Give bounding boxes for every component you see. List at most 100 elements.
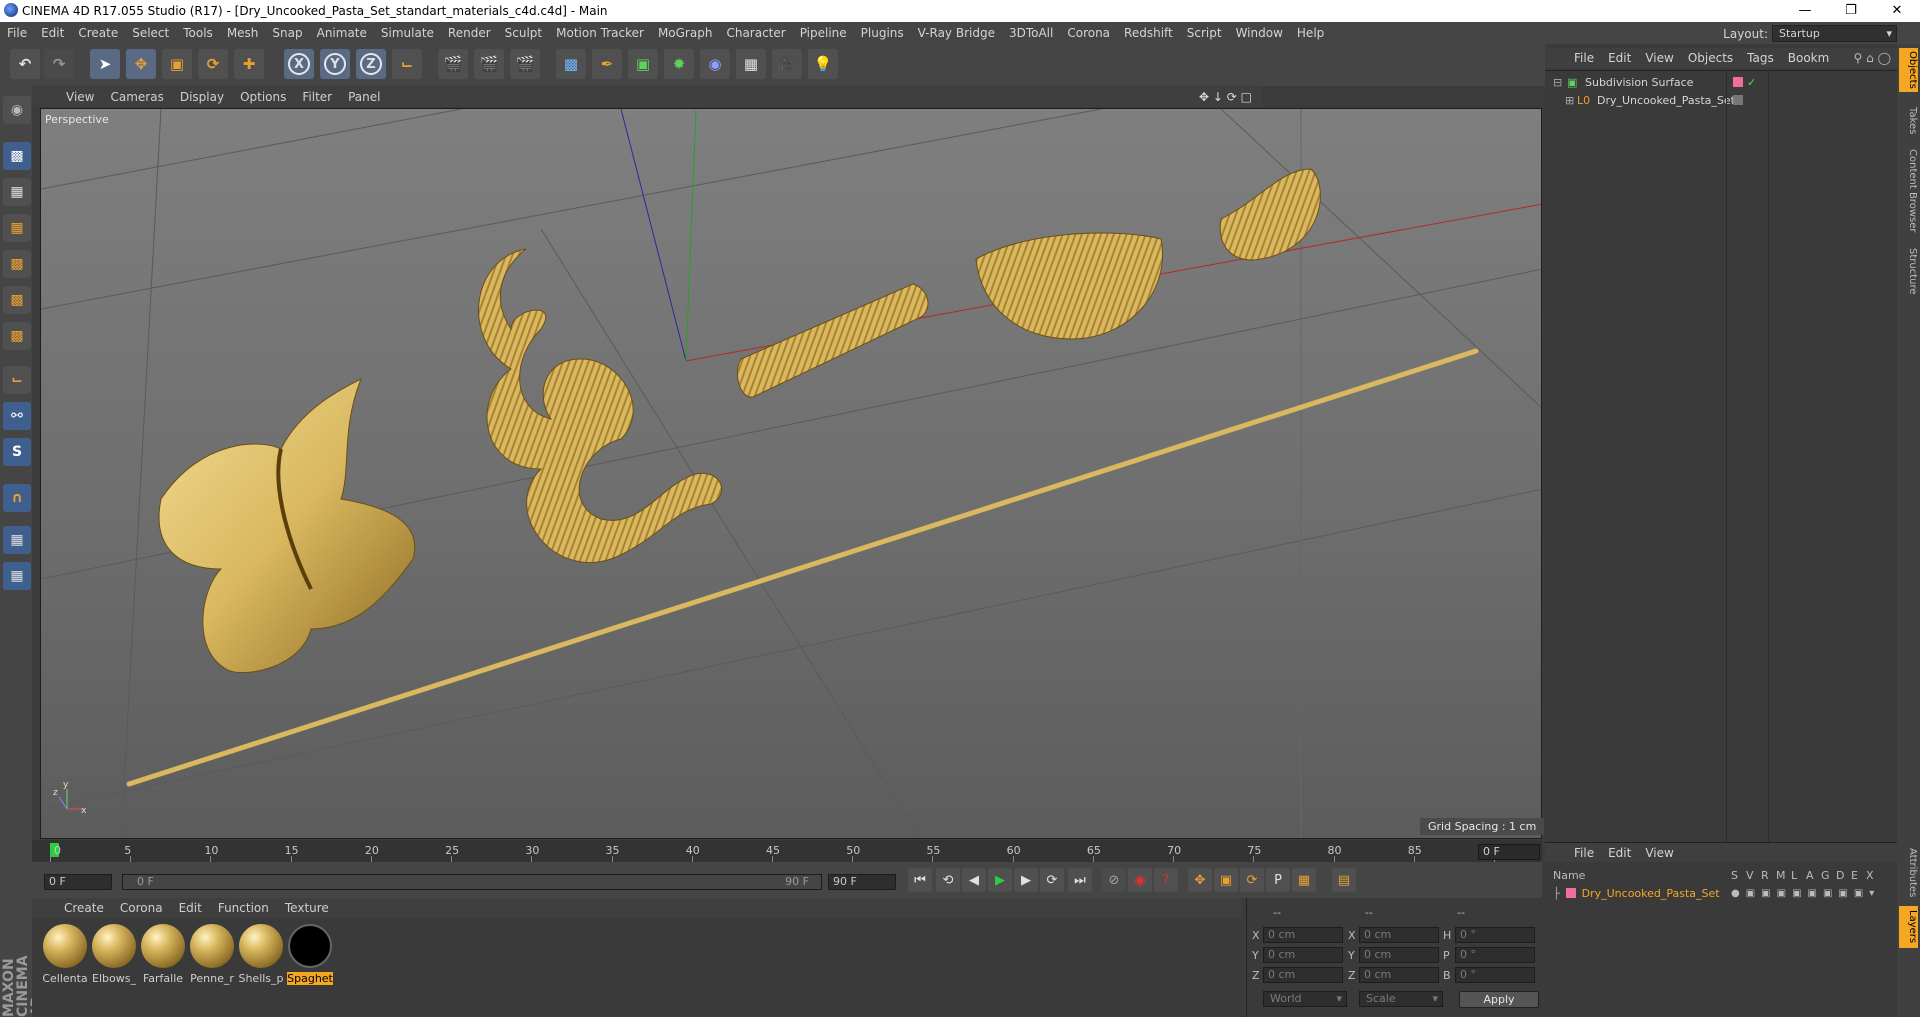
edit-render-settings-button[interactable]: 🎬 bbox=[510, 49, 540, 79]
points-mode-button[interactable]: ▩ bbox=[3, 250, 31, 278]
add-camera-button[interactable]: 🎥 bbox=[772, 49, 802, 79]
play-button[interactable]: ▶ bbox=[988, 868, 1012, 892]
x-axis-lock-button[interactable]: X bbox=[284, 49, 314, 79]
object-row-subdivision-surface[interactable]: ⊟ ▣ Subdivision Surface ✓ bbox=[1545, 73, 1897, 91]
layer-toggle-icons[interactable]: ●▣▣▣▣▣▣▣▣▾ bbox=[1731, 888, 1880, 899]
live-selection-button[interactable]: ➤ bbox=[90, 49, 120, 79]
layers-menu-edit[interactable]: Edit bbox=[1601, 846, 1638, 860]
enabled-check-icon[interactable]: ✓ bbox=[1747, 76, 1756, 89]
material-farfalle[interactable]: Farfalle bbox=[140, 924, 186, 985]
menu-pipeline[interactable]: Pipeline bbox=[793, 26, 854, 40]
polygons-mode-button[interactable]: ▩ bbox=[3, 322, 31, 350]
shells-model[interactable] bbox=[975, 232, 1163, 340]
viewport-menu-panel[interactable]: Panel bbox=[340, 90, 388, 104]
workplane-mode-button[interactable]: ▦ bbox=[3, 214, 31, 242]
key-scale-button[interactable]: ▣ bbox=[1214, 868, 1238, 892]
layer-tag-icon[interactable] bbox=[1733, 95, 1743, 105]
tab-layers[interactable]: Layers bbox=[1899, 906, 1918, 948]
viewport-menu-display[interactable]: Display bbox=[172, 90, 232, 104]
coordinate-space-select[interactable]: World ▾ bbox=[1263, 991, 1347, 1007]
expand-icon[interactable]: ⊞ bbox=[1565, 94, 1575, 107]
viewport-menu-options[interactable]: Options bbox=[232, 90, 294, 104]
workplane-lock-button[interactable]: ▦ bbox=[3, 526, 31, 554]
end-frame-field[interactable]: 90 F bbox=[828, 874, 896, 890]
collapse-icon[interactable]: ⊟ bbox=[1553, 76, 1563, 89]
material-menu-create[interactable]: Create bbox=[56, 901, 112, 915]
menu-help[interactable]: Help bbox=[1290, 26, 1331, 40]
record-keys-button[interactable]: ⊘ bbox=[1102, 868, 1126, 892]
objects-menu-view[interactable]: View bbox=[1638, 51, 1680, 65]
solo-mode-button[interactable]: S bbox=[3, 438, 31, 466]
prev-frame-button[interactable]: ◀ bbox=[962, 868, 986, 892]
menu-corona[interactable]: Corona bbox=[1060, 26, 1117, 40]
menu-sculpt[interactable]: Sculpt bbox=[498, 26, 549, 40]
material-menu-function[interactable]: Function bbox=[210, 901, 277, 915]
size-x-field[interactable]: 0 cm bbox=[1359, 927, 1439, 943]
viewport-menu-cameras[interactable]: Cameras bbox=[102, 90, 171, 104]
viewport-menu-filter[interactable]: Filter bbox=[294, 90, 340, 104]
redo-button[interactable]: ↷ bbox=[44, 49, 74, 79]
key-position-button[interactable]: ✥ bbox=[1188, 868, 1212, 892]
add-array-button[interactable]: ✹ bbox=[664, 49, 694, 79]
apply-button[interactable]: Apply bbox=[1459, 991, 1539, 1008]
menu-mesh[interactable]: Mesh bbox=[220, 26, 266, 40]
tweak-mode-button[interactable]: ⚯ bbox=[3, 402, 31, 430]
next-frame-button[interactable]: ▶ bbox=[1014, 868, 1038, 892]
make-editable-button[interactable]: ◉ bbox=[3, 96, 31, 124]
menu-mograph[interactable]: MoGraph bbox=[651, 26, 720, 40]
viewport-menu-view[interactable]: View bbox=[58, 90, 102, 104]
object-manager-search-home-icons[interactable]: ⚲ ⌂ ◯ bbox=[1854, 51, 1891, 65]
material-penne[interactable]: Penne_r bbox=[189, 924, 235, 985]
objects-menu-bookmarks[interactable]: Bookm bbox=[1781, 51, 1837, 65]
objects-menu-tags[interactable]: Tags bbox=[1740, 51, 1781, 65]
objects-menu-objects[interactable]: Objects bbox=[1681, 51, 1740, 65]
layer-row[interactable]: ├ Dry_Uncooked_Pasta_Set ●▣▣▣▣▣▣▣▣▾ bbox=[1545, 884, 1897, 902]
position-x-field[interactable]: 0 cm bbox=[1263, 927, 1343, 943]
menu-animate[interactable]: Animate bbox=[310, 26, 374, 40]
timeline-window-button[interactable]: ▤ bbox=[1332, 868, 1356, 892]
frame-range-slider[interactable]: 0 F 90 F bbox=[122, 874, 822, 890]
material-cellentani[interactable]: Cellenta bbox=[42, 924, 88, 985]
rotation-h-field[interactable]: 0 ° bbox=[1455, 927, 1535, 943]
material-menu-edit[interactable]: Edit bbox=[171, 901, 210, 915]
texture-mode-button[interactable]: ▦ bbox=[3, 178, 31, 206]
z-axis-lock-button[interactable]: Z bbox=[356, 49, 386, 79]
layout-select[interactable]: Startup ▾ bbox=[1772, 25, 1897, 42]
tab-attributes[interactable]: Attributes bbox=[1899, 844, 1918, 902]
add-subdivision-button[interactable]: ▣ bbox=[628, 49, 658, 79]
goto-end-button[interactable]: ⏭ bbox=[1068, 868, 1092, 892]
object-row-dry-uncooked-pasta-set[interactable]: ⊞ L0 Dry_Uncooked_Pasta_Set bbox=[1545, 91, 1897, 109]
autokey-button[interactable]: ◉ bbox=[1128, 868, 1152, 892]
start-frame-field[interactable]: 0 F bbox=[44, 874, 112, 890]
layer-color-swatch[interactable] bbox=[1733, 77, 1743, 87]
goto-start-button[interactable]: ⏮ bbox=[908, 868, 932, 892]
close-button[interactable]: ✕ bbox=[1874, 0, 1920, 22]
coordinate-system-button[interactable]: ⌙ bbox=[392, 49, 422, 79]
model-mode-button[interactable]: ▩ bbox=[3, 142, 31, 170]
viewport-navigation-icons[interactable]: ✥ ↓ ⟳ □ bbox=[1199, 90, 1252, 104]
add-floor-button[interactable]: ▦ bbox=[736, 49, 766, 79]
menu-character[interactable]: Character bbox=[719, 26, 792, 40]
layer-color-swatch[interactable] bbox=[1565, 888, 1576, 898]
keyframe-selection-button[interactable]: ? bbox=[1154, 868, 1178, 892]
key-pla-button[interactable]: ▦ bbox=[1292, 868, 1316, 892]
size-y-field[interactable]: 0 cm bbox=[1359, 947, 1439, 963]
rotation-p-field[interactable]: 0 ° bbox=[1455, 947, 1535, 963]
size-mode-select[interactable]: Scale ▾ bbox=[1359, 991, 1443, 1007]
undo-button[interactable]: ↶ bbox=[10, 49, 40, 79]
menu-motion-tracker[interactable]: Motion Tracker bbox=[549, 26, 651, 40]
position-z-field[interactable]: 0 cm bbox=[1263, 967, 1343, 983]
material-menu-texture[interactable]: Texture bbox=[277, 901, 337, 915]
y-axis-lock-button[interactable]: Y bbox=[320, 49, 350, 79]
add-deformer-button[interactable]: ◉ bbox=[700, 49, 730, 79]
menu-edit[interactable]: Edit bbox=[34, 26, 71, 40]
menu-file[interactable]: File bbox=[0, 26, 34, 40]
cellentani-model[interactable] bbox=[478, 248, 723, 563]
material-menu-corona[interactable]: Corona bbox=[112, 901, 171, 915]
menu-render[interactable]: Render bbox=[441, 26, 498, 40]
menu-simulate[interactable]: Simulate bbox=[374, 26, 441, 40]
position-y-field[interactable]: 0 cm bbox=[1263, 947, 1343, 963]
render-picture-viewer-button[interactable]: 🎬 bbox=[474, 49, 504, 79]
minimize-button[interactable]: — bbox=[1782, 0, 1828, 22]
add-cube-button[interactable]: ▩ bbox=[556, 49, 586, 79]
